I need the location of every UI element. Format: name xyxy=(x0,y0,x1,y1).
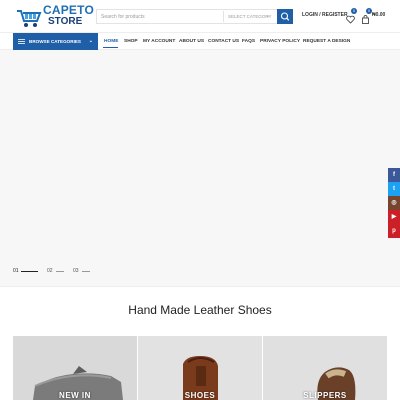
slider-dot-2-line xyxy=(56,271,64,272)
menu-icon xyxy=(18,39,25,44)
nav-shop[interactable]: SHOP xyxy=(124,33,138,50)
search-button[interactable] xyxy=(277,9,293,24)
chevron-down-icon: ⌄ xyxy=(265,13,270,19)
category-card-new-in[interactable]: NEW IN xyxy=(13,336,137,400)
cart-logo-icon xyxy=(17,10,42,27)
slider-dot-3[interactable]: 03 xyxy=(73,268,79,274)
section-title: Hand Made Leather Shoes xyxy=(128,303,272,317)
category-card-slippers[interactable]: SLIPPERS xyxy=(263,336,387,400)
nav-about-us[interactable]: ABOUT US xyxy=(179,33,204,50)
search-icon xyxy=(280,12,290,21)
hero-slider xyxy=(0,51,388,285)
wishlist-count-badge: 0 xyxy=(351,8,357,14)
category-card-shoes[interactable]: SHOES xyxy=(138,336,262,400)
instagram-icon[interactable]: ◎ xyxy=(388,196,400,210)
heart-icon xyxy=(346,15,355,24)
page: CAPETO STORE SELECT CATEGORY ⌄ LOGIN / R… xyxy=(0,0,400,400)
facebook-icon[interactable]: f xyxy=(388,168,400,182)
search-bar: SELECT CATEGORY ⌄ xyxy=(96,9,293,24)
browse-categories-label: BROWSE CATEGORIES xyxy=(29,39,81,44)
store-logo[interactable]: CAPETO STORE xyxy=(16,4,94,30)
nav-faqs[interactable]: FAQS xyxy=(242,33,255,50)
card-label-slippers: SLIPPERS xyxy=(303,391,347,400)
category-select[interactable]: SELECT CATEGORY ⌄ xyxy=(223,11,273,22)
card-label-shoes: SHOES xyxy=(184,391,216,400)
login-register-link[interactable]: LOGIN / REGISTER xyxy=(302,12,348,18)
main-navigation: BROWSE CATEGORIES ⌄ HOME SHOP MY ACCOUNT… xyxy=(0,32,400,50)
nav-my-account[interactable]: MY ACCOUNT xyxy=(143,33,175,50)
pinterest-icon[interactable]: p xyxy=(388,224,400,238)
cart-button[interactable]: 0 xyxy=(361,8,372,24)
slider-dot-1-line xyxy=(21,271,38,272)
nav-contact-us[interactable]: CONTACT US xyxy=(208,33,239,50)
cart-total[interactable]: ₦0.00 xyxy=(372,12,385,18)
search-input[interactable] xyxy=(97,10,223,23)
wishlist-button[interactable]: 0 xyxy=(346,8,357,24)
twitter-icon[interactable]: t xyxy=(388,182,400,196)
slider-dot-3-line xyxy=(82,271,90,272)
chevron-down-icon: ⌄ xyxy=(88,38,93,44)
browse-categories-button[interactable]: BROWSE CATEGORIES ⌄ xyxy=(13,33,98,50)
site-header: CAPETO STORE SELECT CATEGORY ⌄ LOGIN / R… xyxy=(0,0,400,32)
card-label-new-in: NEW IN xyxy=(59,391,91,400)
nav-active-indicator xyxy=(103,47,118,48)
logo-text-secondary: STORE xyxy=(48,16,83,27)
shopping-bag-icon xyxy=(362,15,369,24)
nav-request-a-design[interactable]: REQUEST A DESIGN xyxy=(303,33,350,50)
social-sidebar: f t ◎ ▶ p xyxy=(388,168,400,238)
slider-dot-2[interactable]: 02 xyxy=(47,268,53,274)
youtube-icon[interactable]: ▶ xyxy=(388,210,400,224)
logo-text-primary: CAPETO xyxy=(43,3,94,17)
nav-privacy-policy[interactable]: PRIVACY POLICY xyxy=(260,33,300,50)
slider-dot-1[interactable]: 01 xyxy=(13,268,19,274)
